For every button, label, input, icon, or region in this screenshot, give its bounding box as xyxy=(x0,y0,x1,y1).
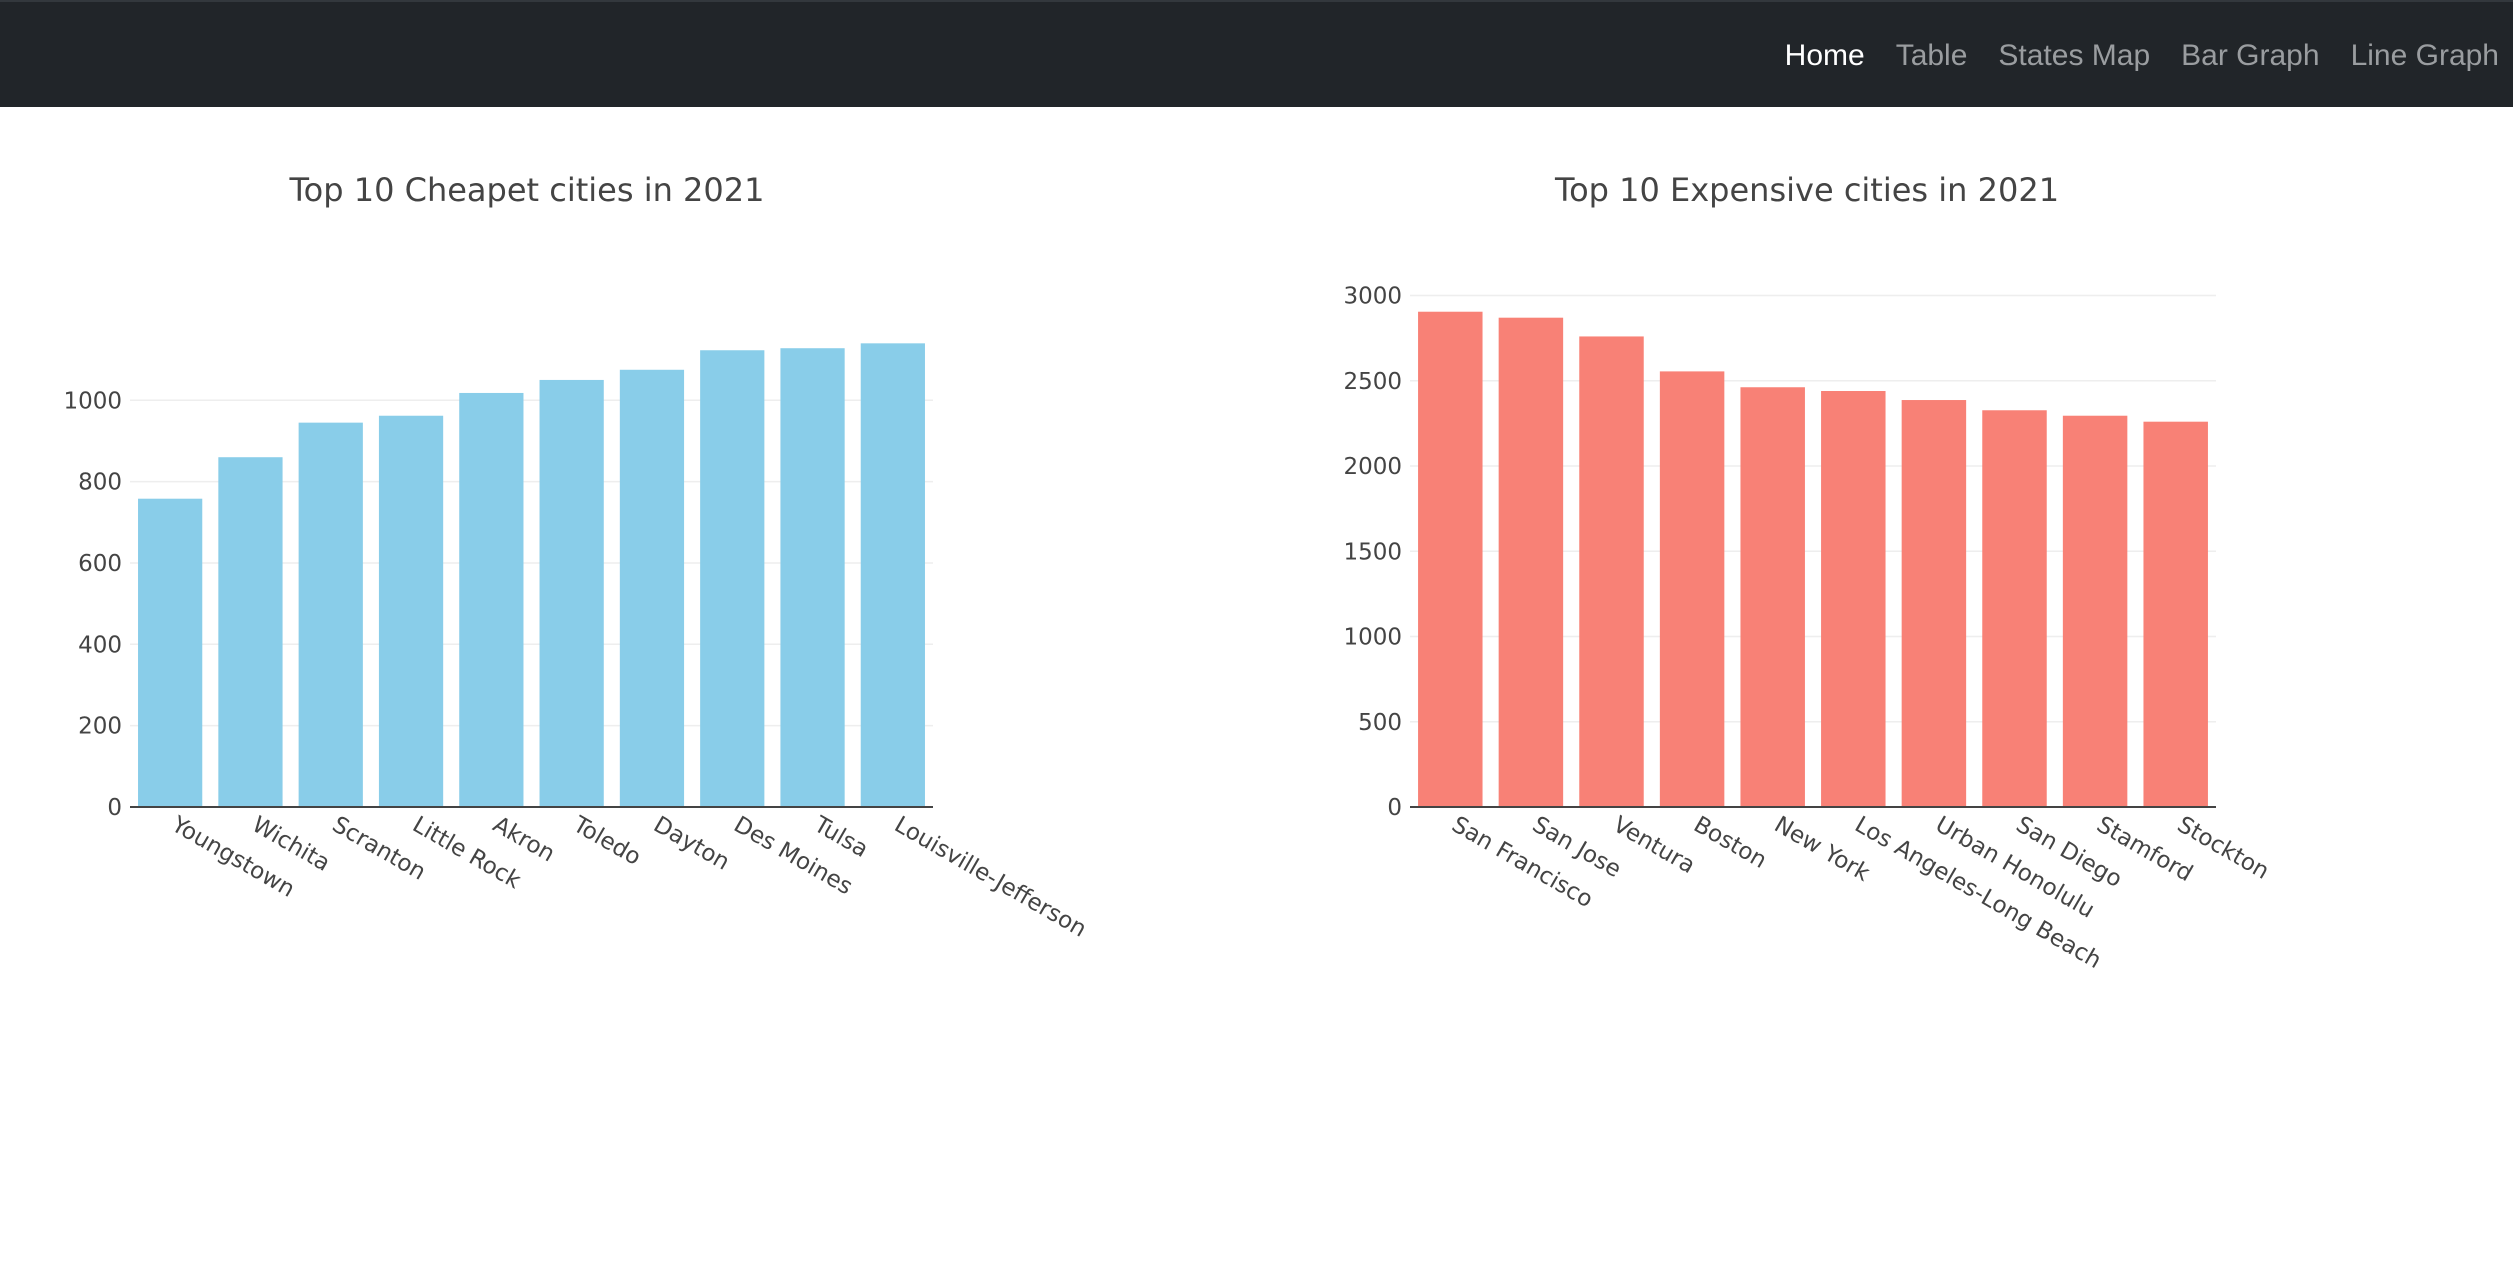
bar[interactable] xyxy=(1418,311,1483,807)
expensive-cities-chart: Top 10 Expensive cities in 2021 0 500 1000 1… xyxy=(1343,171,2273,974)
y-tick-label: 2000 xyxy=(1343,454,1402,480)
y-tick-label: 200 xyxy=(78,714,122,740)
y-tick-label: 0 xyxy=(107,795,122,821)
x-tick-label: Toledo xyxy=(568,811,645,871)
y-tick-label: 2500 xyxy=(1343,369,1402,395)
bar[interactable] xyxy=(2143,421,2208,807)
nav-link-home[interactable]: Home xyxy=(1785,39,1865,73)
bar[interactable] xyxy=(700,350,765,807)
x-tick-label: San Francisco xyxy=(1447,812,1597,914)
bar[interactable] xyxy=(1982,410,2047,807)
nav-link-states-map[interactable]: States Map xyxy=(1998,39,2150,73)
y-tick-label: 600 xyxy=(78,551,122,577)
bar[interactable] xyxy=(780,348,845,807)
x-tick-label: Dayton xyxy=(649,812,734,876)
nav-links: Home Table States Map Bar Graph Line Gra… xyxy=(1785,2,2499,109)
bar[interactable] xyxy=(218,457,283,807)
x-tick-label: Ventura xyxy=(1609,812,1700,879)
y-tick-label: 500 xyxy=(1358,710,1402,736)
bar[interactable] xyxy=(619,369,685,807)
chart-title: Top 10 Expensive cities in 2021 xyxy=(1554,171,2059,209)
y-tick-label: 3000 xyxy=(1343,284,1402,310)
y-tick-label: 1000 xyxy=(1343,625,1402,651)
bar[interactable] xyxy=(860,343,925,807)
bar[interactable] xyxy=(378,415,444,807)
x-tick-label: Boston xyxy=(1689,812,1771,874)
bar[interactable] xyxy=(1579,336,1644,807)
bar[interactable] xyxy=(298,422,363,807)
nav-link-table[interactable]: Table xyxy=(1896,39,1968,73)
bar[interactable] xyxy=(138,498,203,807)
bar[interactable] xyxy=(1498,317,1564,807)
bar[interactable] xyxy=(1821,391,1886,807)
navbar: Home Table States Map Bar Graph Line Gra… xyxy=(0,0,2513,107)
y-tick-label: 400 xyxy=(78,632,122,658)
nav-link-bar-graph[interactable]: Bar Graph xyxy=(2181,39,2319,73)
bar[interactable] xyxy=(1901,400,1967,807)
chart-title: Top 10 Cheapet cities in 2021 xyxy=(289,171,765,209)
y-tick-label: 0 xyxy=(1387,795,1402,821)
bar[interactable] xyxy=(539,379,604,807)
bar[interactable] xyxy=(2062,415,2128,807)
x-tick-label: Louisville-Jefferson xyxy=(890,812,1091,943)
bar[interactable] xyxy=(1659,371,1725,807)
y-tick-label: 800 xyxy=(78,470,122,496)
bar[interactable] xyxy=(459,392,524,807)
y-tick-label: 1000 xyxy=(63,388,122,414)
cheapest-cities-chart: Top 10 Cheapet cities in 2021 0 200 400 600 8… xyxy=(63,171,1091,943)
bar[interactable] xyxy=(1740,387,1805,807)
y-tick-label: 1500 xyxy=(1343,539,1402,565)
nav-link-line-graph[interactable]: Line Graph xyxy=(2351,39,2499,73)
